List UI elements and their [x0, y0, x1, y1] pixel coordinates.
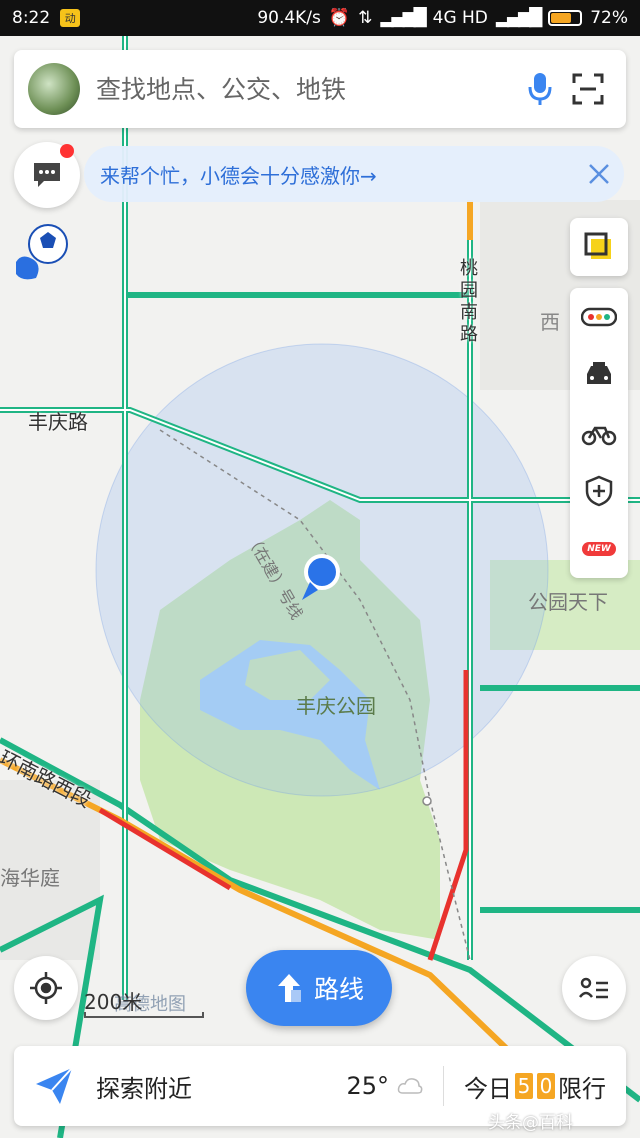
network-type: 4G HD	[432, 8, 488, 28]
search-input[interactable]	[94, 73, 516, 105]
cloud-icon	[397, 1078, 423, 1094]
weather[interactable]: 25°	[346, 1072, 423, 1100]
notice-text[interactable]: 来帮个忙，小德会十分感激你→	[100, 160, 377, 189]
football-promo-icon[interactable]	[12, 222, 70, 284]
status-time: 8:22	[12, 8, 51, 28]
bicycle-icon	[581, 426, 617, 446]
restriction-prefix: 今日	[464, 1074, 512, 1103]
layers-button[interactable]	[570, 218, 628, 276]
status-bar: 8:22 动 90.4K/s ⏰ ⇅ ▂▄▆█ 4G HD ▂▄▆█ 72%	[0, 0, 640, 36]
map-label-taoyuan-road: 桃园南路	[460, 258, 478, 345]
layers-icon	[584, 232, 611, 259]
chat-icon	[34, 163, 60, 187]
restriction-number-2: 0	[537, 1073, 555, 1099]
locate-button[interactable]	[14, 956, 78, 1020]
signal-icon: ▂▄▆█	[380, 8, 426, 28]
scale-bar	[84, 1012, 204, 1018]
new-feature-button[interactable]: NEW	[570, 520, 628, 578]
driving-restriction[interactable]: 今日 5 0 限行	[464, 1069, 606, 1104]
unread-dot	[60, 144, 74, 158]
restriction-number-1: 5	[515, 1073, 533, 1099]
avatar[interactable]	[28, 63, 80, 115]
map-label-xi: 西	[540, 310, 560, 334]
crosshair-icon	[30, 972, 62, 1004]
message-button[interactable]	[14, 142, 80, 208]
search-bar[interactable]	[14, 50, 626, 128]
restriction-suffix: 限行	[558, 1074, 606, 1103]
map-label-haihua: 海华庭	[0, 866, 60, 890]
taxi-button[interactable]	[570, 346, 628, 404]
feedback-notice[interactable]: 来帮个忙，小德会十分感激你→	[84, 146, 624, 202]
map-label-fengqing-road: 丰庆路	[28, 410, 88, 434]
navigation-send-icon[interactable]	[34, 1066, 74, 1106]
battery-percent: 72%	[590, 8, 628, 28]
scan-icon[interactable]	[564, 65, 612, 113]
net-speed: 90.4K/s	[257, 8, 321, 28]
temperature: 25°	[346, 1072, 389, 1100]
map-label-park-world: 公园天下	[528, 590, 608, 614]
map-label-fengqing-park: 丰庆公园	[296, 694, 376, 718]
map-tools: NEW	[570, 288, 628, 578]
battery-icon	[548, 10, 583, 26]
list-icon	[579, 977, 608, 999]
data-arrows-icon: ⇅	[358, 8, 373, 28]
microphone-icon[interactable]	[516, 65, 564, 113]
alarm-icon: ⏰	[328, 8, 351, 28]
shield-icon	[585, 475, 613, 507]
app-notification-icon: 动	[60, 9, 81, 27]
scale-label: 200米	[84, 990, 143, 1014]
new-badge: NEW	[582, 542, 616, 556]
watermark: 头条@百科	[488, 1113, 573, 1133]
battery-fill	[551, 13, 572, 23]
route-button[interactable]: 路线	[246, 950, 392, 1026]
car-icon	[587, 362, 611, 384]
route-label: 路线	[313, 975, 364, 1004]
traffic-light-icon	[581, 307, 617, 327]
close-icon[interactable]	[574, 163, 624, 185]
explore-nearby[interactable]: 探索附近	[96, 1069, 192, 1104]
safety-button[interactable]	[570, 462, 628, 520]
divider	[443, 1066, 444, 1106]
list-view-button[interactable]	[562, 956, 626, 1020]
traffic-button[interactable]	[570, 288, 628, 346]
route-arrow-icon	[277, 974, 301, 1002]
signal-icon-2: ▂▄▆█	[495, 8, 542, 28]
bike-button[interactable]	[570, 404, 628, 462]
